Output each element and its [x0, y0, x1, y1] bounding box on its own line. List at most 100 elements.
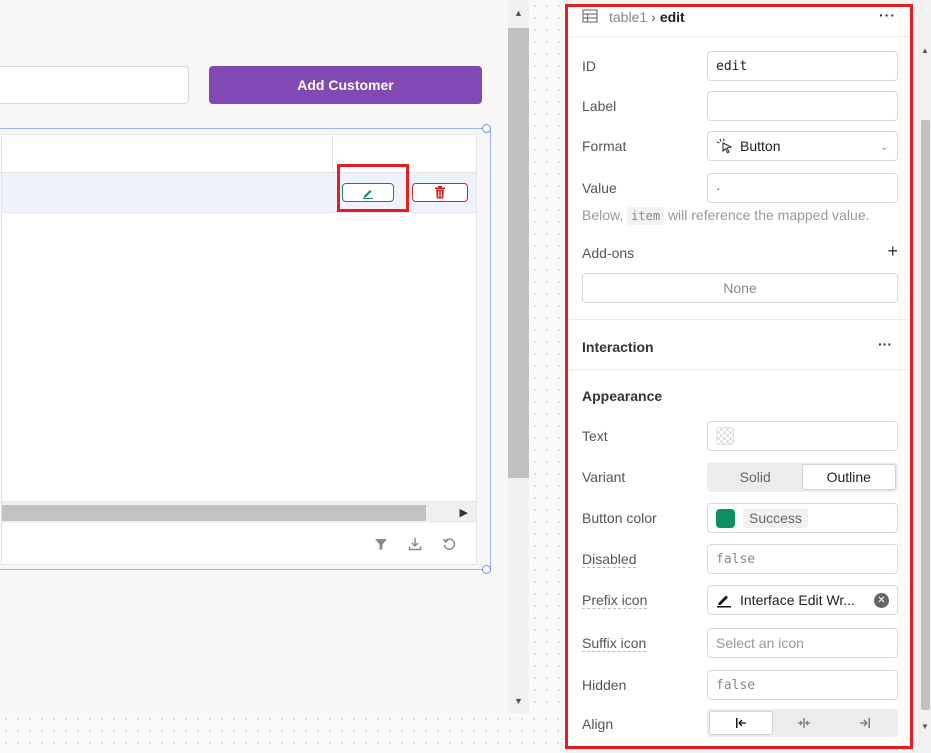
suffix-icon-label: Suffix icon [582, 635, 647, 652]
disabled-input[interactable]: false [707, 544, 898, 574]
addons-empty: None [582, 273, 898, 303]
reset-icon[interactable] [440, 535, 458, 553]
variant-toggle: Solid Outline [707, 462, 898, 492]
format-row: Format Button ⌄ [582, 131, 898, 161]
label-label: Label [582, 98, 617, 114]
resize-handle[interactable] [482, 124, 491, 133]
align-center-icon [797, 718, 810, 728]
disabled-row: Disabled false [582, 544, 898, 574]
plus-icon[interactable]: + [887, 241, 898, 262]
prefix-icon-value: Interface Edit Wr... [740, 592, 855, 608]
filter-icon[interactable] [372, 535, 390, 553]
value-label: Value [582, 180, 617, 196]
scroll-up-icon[interactable]: ▲ [921, 46, 929, 55]
table-selection-frame: ▶ [0, 124, 491, 574]
disabled-label: Disabled [582, 551, 637, 568]
label-input[interactable] [707, 91, 898, 121]
suffix-icon-select[interactable]: Select an icon [707, 628, 898, 658]
prefix-icon-select[interactable]: Interface Edit Wr... ✕ [707, 585, 898, 615]
interaction-section-title[interactable]: Interaction [582, 339, 654, 355]
canvas-grid-background [529, 0, 565, 753]
align-center-option[interactable] [773, 711, 835, 735]
breadcrumb: table1 › edit [609, 9, 685, 25]
column-divider[interactable] [332, 135, 333, 173]
text-label: Text [582, 428, 608, 444]
trash-icon [435, 186, 445, 199]
align-right-option[interactable] [834, 711, 896, 735]
button-color-input[interactable]: Success [707, 503, 898, 533]
variant-outline-option[interactable]: Outline [801, 464, 896, 490]
canvas-grid-background [0, 713, 565, 753]
value-input[interactable]: · [707, 173, 898, 203]
scrollbar-thumb[interactable] [508, 28, 529, 478]
download-icon[interactable] [406, 535, 424, 553]
prefix-icon-label: Prefix icon [582, 592, 648, 609]
hidden-row: Hidden false [582, 670, 898, 700]
variant-row: Variant Solid Outline [582, 462, 898, 492]
inspector-scrollbar[interactable]: ▲ ▼ [919, 0, 931, 753]
row-delete-button[interactable] [412, 183, 468, 202]
chevron-right-icon: › [651, 9, 656, 25]
button-color-value: Success [743, 508, 808, 528]
highlight-box [337, 164, 409, 212]
clear-icon[interactable]: ✕ [874, 593, 889, 608]
divider [568, 319, 910, 320]
breadcrumb-current: edit [659, 9, 685, 25]
table-icon [582, 9, 598, 26]
value-row: Value · [582, 173, 898, 203]
color-swatch [716, 508, 735, 528]
text-color-input[interactable] [707, 421, 898, 451]
addons-label: Add-ons [582, 245, 635, 261]
format-value: Button [740, 138, 781, 154]
table-horizontal-scrollbar[interactable]: ▶ [2, 501, 476, 523]
scrollbar-thumb[interactable] [921, 120, 930, 710]
interaction-more-icon[interactable]: ··· [878, 336, 892, 352]
hint-code: item [627, 207, 665, 225]
prefix-icon-row: Prefix icon Interface Edit Wr... ✕ [582, 585, 898, 615]
align-left-icon [735, 718, 746, 728]
scrollbar-thumb[interactable] [2, 505, 426, 521]
hidden-label: Hidden [582, 677, 627, 693]
addons-header: Add-ons + [582, 241, 898, 261]
format-select[interactable]: Button ⌄ [707, 131, 898, 161]
add-customer-button[interactable]: Add Customer [209, 66, 482, 104]
text-row: Text [582, 421, 898, 451]
hint-text: Below, [582, 207, 624, 223]
label-row: Label [582, 91, 898, 121]
variant-solid-option[interactable]: Solid [709, 464, 802, 490]
scroll-right-icon[interactable]: ▶ [460, 506, 468, 519]
divider [568, 369, 910, 370]
scroll-up-icon[interactable]: ▲ [514, 8, 523, 18]
chevron-down-icon: ⌄ [879, 141, 889, 153]
app-canvas: Add Customer ▶ [0, 0, 508, 713]
id-row: ID edit [582, 51, 898, 81]
align-toggle [707, 709, 898, 737]
align-right-icon [860, 718, 871, 728]
more-options-icon[interactable]: ··· [879, 7, 896, 23]
resize-handle[interactable] [482, 565, 491, 574]
button-color-row: Button color Success [582, 503, 898, 533]
id-input[interactable]: edit [707, 51, 898, 81]
align-left-option[interactable] [709, 711, 773, 735]
scroll-down-icon[interactable]: ▼ [514, 696, 523, 706]
appearance-section-title[interactable]: Appearance [582, 388, 662, 404]
table-toolbar [372, 535, 458, 553]
id-label: ID [582, 58, 596, 74]
transparent-swatch-icon [716, 427, 734, 445]
hint-text: will reference the mapped value. [667, 207, 870, 223]
cursor-click-icon [716, 138, 733, 154]
format-label: Format [582, 138, 627, 154]
canvas-vertical-scrollbar[interactable]: ▲ ▼ [508, 0, 529, 713]
pencil-icon [717, 595, 731, 608]
align-row: Align [582, 709, 898, 739]
hidden-input[interactable]: false [707, 670, 898, 700]
suffix-icon-row: Suffix icon Select an icon [582, 628, 898, 658]
inspector-header: table1 › edit ··· [568, 7, 910, 37]
search-input[interactable] [0, 66, 189, 104]
scroll-down-icon[interactable]: ▼ [921, 722, 929, 731]
value-hint: Below, item will reference the mapped va… [582, 207, 870, 225]
inspector-panel: table1 › edit ··· ID edit Label Format But… [565, 4, 913, 749]
breadcrumb-parent[interactable]: table1 [609, 9, 647, 25]
variant-label: Variant [582, 469, 626, 485]
button-color-label: Button color [582, 510, 657, 526]
